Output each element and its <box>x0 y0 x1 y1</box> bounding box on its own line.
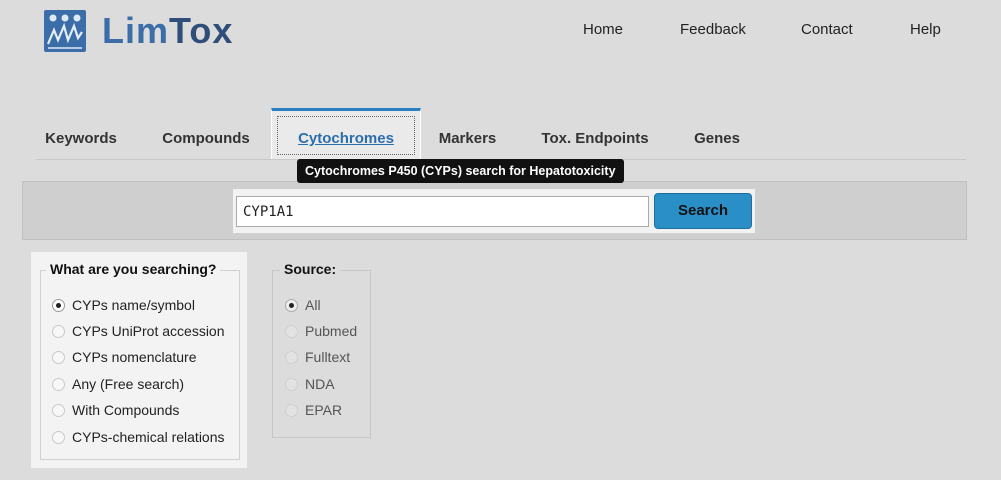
radio-icon[interactable] <box>52 350 65 364</box>
radio-icon[interactable] <box>52 430 65 444</box>
tab-compounds[interactable]: Compounds <box>150 108 262 160</box>
radio-icon[interactable] <box>285 403 298 417</box>
radio-icon[interactable] <box>285 298 298 312</box>
source-legend: Source: <box>280 261 341 277</box>
tab-tox-endpoints[interactable]: Tox. Endpoints <box>530 108 660 160</box>
radio-icon[interactable] <box>285 324 298 338</box>
radio-icon[interactable] <box>285 350 298 364</box>
radio-icon[interactable] <box>52 324 65 338</box>
option-label: Pubmed <box>305 323 358 339</box>
search-input[interactable] <box>236 196 649 227</box>
tab-cytochromes-label: Cytochromes <box>272 111 420 160</box>
option-label: CYPs nomenclature <box>72 349 197 365</box>
search-type-option[interactable]: With Compounds <box>52 402 179 418</box>
nav-contact-link[interactable]: Contact <box>801 21 853 38</box>
search-tabs: Keywords Compounds Cytochromes Markers T… <box>0 108 1001 162</box>
nav-help-link[interactable]: Help <box>910 21 941 38</box>
source-option[interactable]: All <box>285 297 321 313</box>
radio-icon[interactable] <box>285 377 298 391</box>
option-label: EPAR <box>305 402 343 418</box>
search-button[interactable]: Search <box>654 193 752 229</box>
nav-home-link[interactable]: Home <box>583 21 623 38</box>
radio-icon[interactable] <box>52 403 65 417</box>
option-label: CYPs UniProt accession <box>72 323 225 339</box>
tab-keywords[interactable]: Keywords <box>35 108 127 160</box>
source-option[interactable]: NDA <box>285 376 335 392</box>
source-option[interactable]: EPAR <box>285 402 342 418</box>
search-type-option[interactable]: CYPs UniProt accession <box>52 323 225 339</box>
search-type-option[interactable]: CYPs nomenclature <box>52 349 197 365</box>
tab-cytochromes[interactable]: Cytochromes <box>271 108 421 160</box>
source-option[interactable]: Pubmed <box>285 323 357 339</box>
option-label: All <box>305 297 321 313</box>
option-label: Any (Free search) <box>72 376 185 392</box>
search-type-legend: What are you searching? <box>46 261 221 277</box>
nav-feedback-link[interactable]: Feedback <box>680 21 746 38</box>
top-nav: Home Feedback Contact Help <box>0 21 1001 41</box>
tab-genes[interactable]: Genes <box>685 108 749 160</box>
tab-markers[interactable]: Markers <box>430 108 505 160</box>
search-type-option[interactable]: CYPs-chemical relations <box>52 429 225 445</box>
option-label: Fulltext <box>305 349 351 365</box>
radio-icon[interactable] <box>52 377 65 391</box>
search-type-option[interactable]: Any (Free search) <box>52 376 184 392</box>
option-label: NDA <box>305 376 335 392</box>
tab-tooltip: Cytochromes P450 (CYPs) search for Hepat… <box>297 159 624 183</box>
source-option[interactable]: Fulltext <box>285 349 350 365</box>
radio-icon[interactable] <box>52 298 65 312</box>
search-type-option[interactable]: CYPs name/symbol <box>52 297 195 313</box>
option-label: CYPs-chemical relations <box>72 429 225 445</box>
option-label: CYPs name/symbol <box>72 297 195 313</box>
option-label: With Compounds <box>72 402 180 418</box>
